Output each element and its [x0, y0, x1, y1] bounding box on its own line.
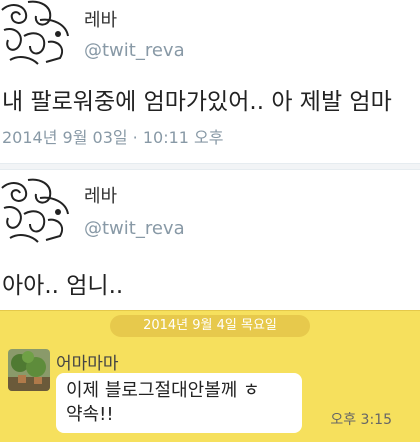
- author-handle[interactable]: @twit_reva: [84, 218, 185, 239]
- chat-sender-name: 어마마마: [56, 354, 119, 374]
- tweet-1: 레바 @twit_reva 내 팔로워중에 엄마가있어.. 아 제발 엄마 20…: [0, 0, 420, 163]
- chat-panel: 2014년 9월 4일 목요일 어마마마 이제 블로그절대안볼께 ㅎ 약속!! …: [0, 310, 420, 442]
- tweet-timestamp[interactable]: 2014년 9월 03일 · 10:11 오후: [2, 124, 223, 148]
- author-handle[interactable]: @twit_reva: [84, 40, 185, 61]
- tweet-text: 아아.. 엄니..: [2, 273, 124, 299]
- avatar[interactable]: [0, 0, 72, 66]
- chat-date-label: 2014년 9월 4일 목요일: [110, 315, 310, 337]
- message-line: 약속!!: [66, 404, 114, 425]
- author-name[interactable]: 레바: [84, 182, 117, 208]
- divider: [0, 163, 420, 170]
- chat-message-time: 오후 3:15: [330, 412, 392, 428]
- message-line: 이제 블로그절대안볼께 ㅎ: [66, 380, 260, 401]
- chat-message-bubble[interactable]: 이제 블로그절대안볼께 ㅎ 약속!!: [56, 373, 302, 433]
- author-name[interactable]: 레바: [84, 6, 117, 32]
- tweet-text: 내 팔로워중에 엄마가있어.. 아 제발 엄마: [2, 89, 392, 115]
- chat-avatar[interactable]: [8, 349, 50, 391]
- avatar[interactable]: [0, 178, 72, 244]
- tweet-2: 레바 @twit_reva 아아.. 엄니..: [0, 170, 420, 310]
